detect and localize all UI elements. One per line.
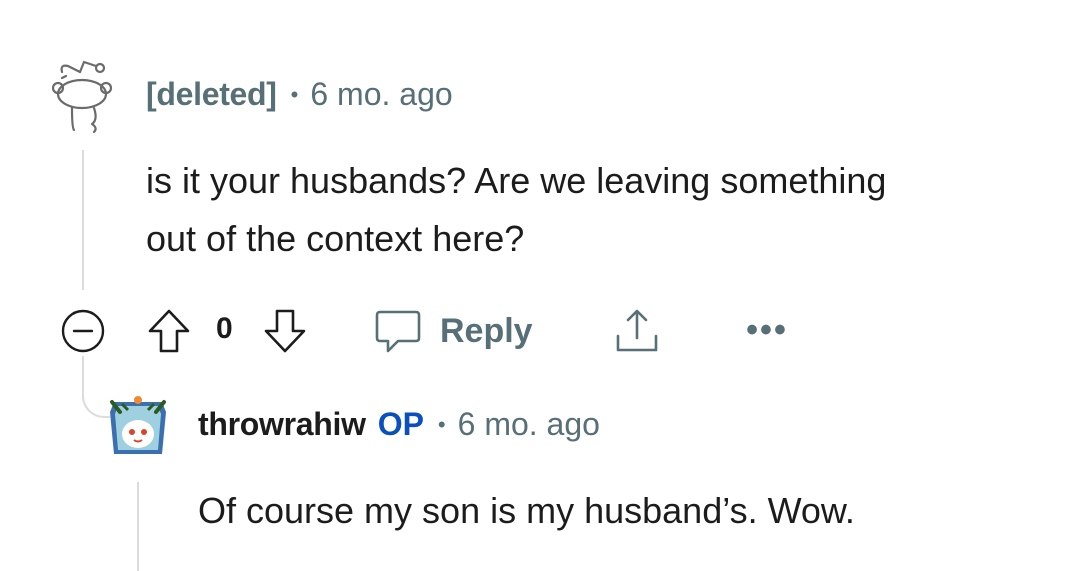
comment-body-line: is it your husbands? Are we leaving some…	[146, 160, 887, 201]
reply-label: Reply	[440, 311, 533, 350]
comment-header: [deleted] • 6 mo. ago	[146, 76, 453, 113]
reply-author[interactable]: throwrahiw	[198, 406, 366, 443]
speech-bubble-icon	[375, 310, 421, 353]
snoo-icon	[51, 60, 113, 134]
upvote-button[interactable]	[144, 306, 194, 356]
reply-button[interactable]: Reply	[374, 306, 533, 356]
arrow-down-icon	[264, 309, 306, 353]
deleted-user-avatar	[48, 58, 124, 138]
comment-author[interactable]: [deleted]	[146, 76, 277, 113]
vote-count: 0	[216, 312, 233, 345]
reply-age[interactable]: 6 mo. ago	[458, 406, 600, 443]
share-icon	[616, 309, 658, 352]
share-button[interactable]	[610, 304, 664, 358]
reply-body: Of course my son is my husband’s. Wow.	[198, 490, 855, 531]
thread-line-reply[interactable]	[137, 482, 139, 571]
avatar-illustration	[110, 396, 166, 454]
comment-body: is it your husbands? Are we leaving some…	[146, 152, 1046, 268]
op-badge: OP	[377, 406, 424, 442]
reply-header: throwrahiw OP • 6 mo. ago	[198, 406, 600, 443]
minus-circle-icon	[61, 309, 105, 353]
more-options-button[interactable]: •••	[742, 310, 792, 350]
downvote-button[interactable]	[260, 306, 310, 356]
meta-separator: •	[437, 411, 446, 437]
meta-separator: •	[290, 81, 299, 107]
arrow-up-icon	[148, 309, 190, 353]
collapse-button[interactable]	[58, 306, 108, 356]
more-options-icon: •••	[746, 310, 788, 349]
comment-body-line: out of the context here?	[146, 218, 525, 259]
reply-author-avatar[interactable]	[106, 396, 170, 460]
comment-age[interactable]: 6 mo. ago	[310, 76, 452, 113]
thread-line-parent[interactable]	[82, 150, 84, 290]
